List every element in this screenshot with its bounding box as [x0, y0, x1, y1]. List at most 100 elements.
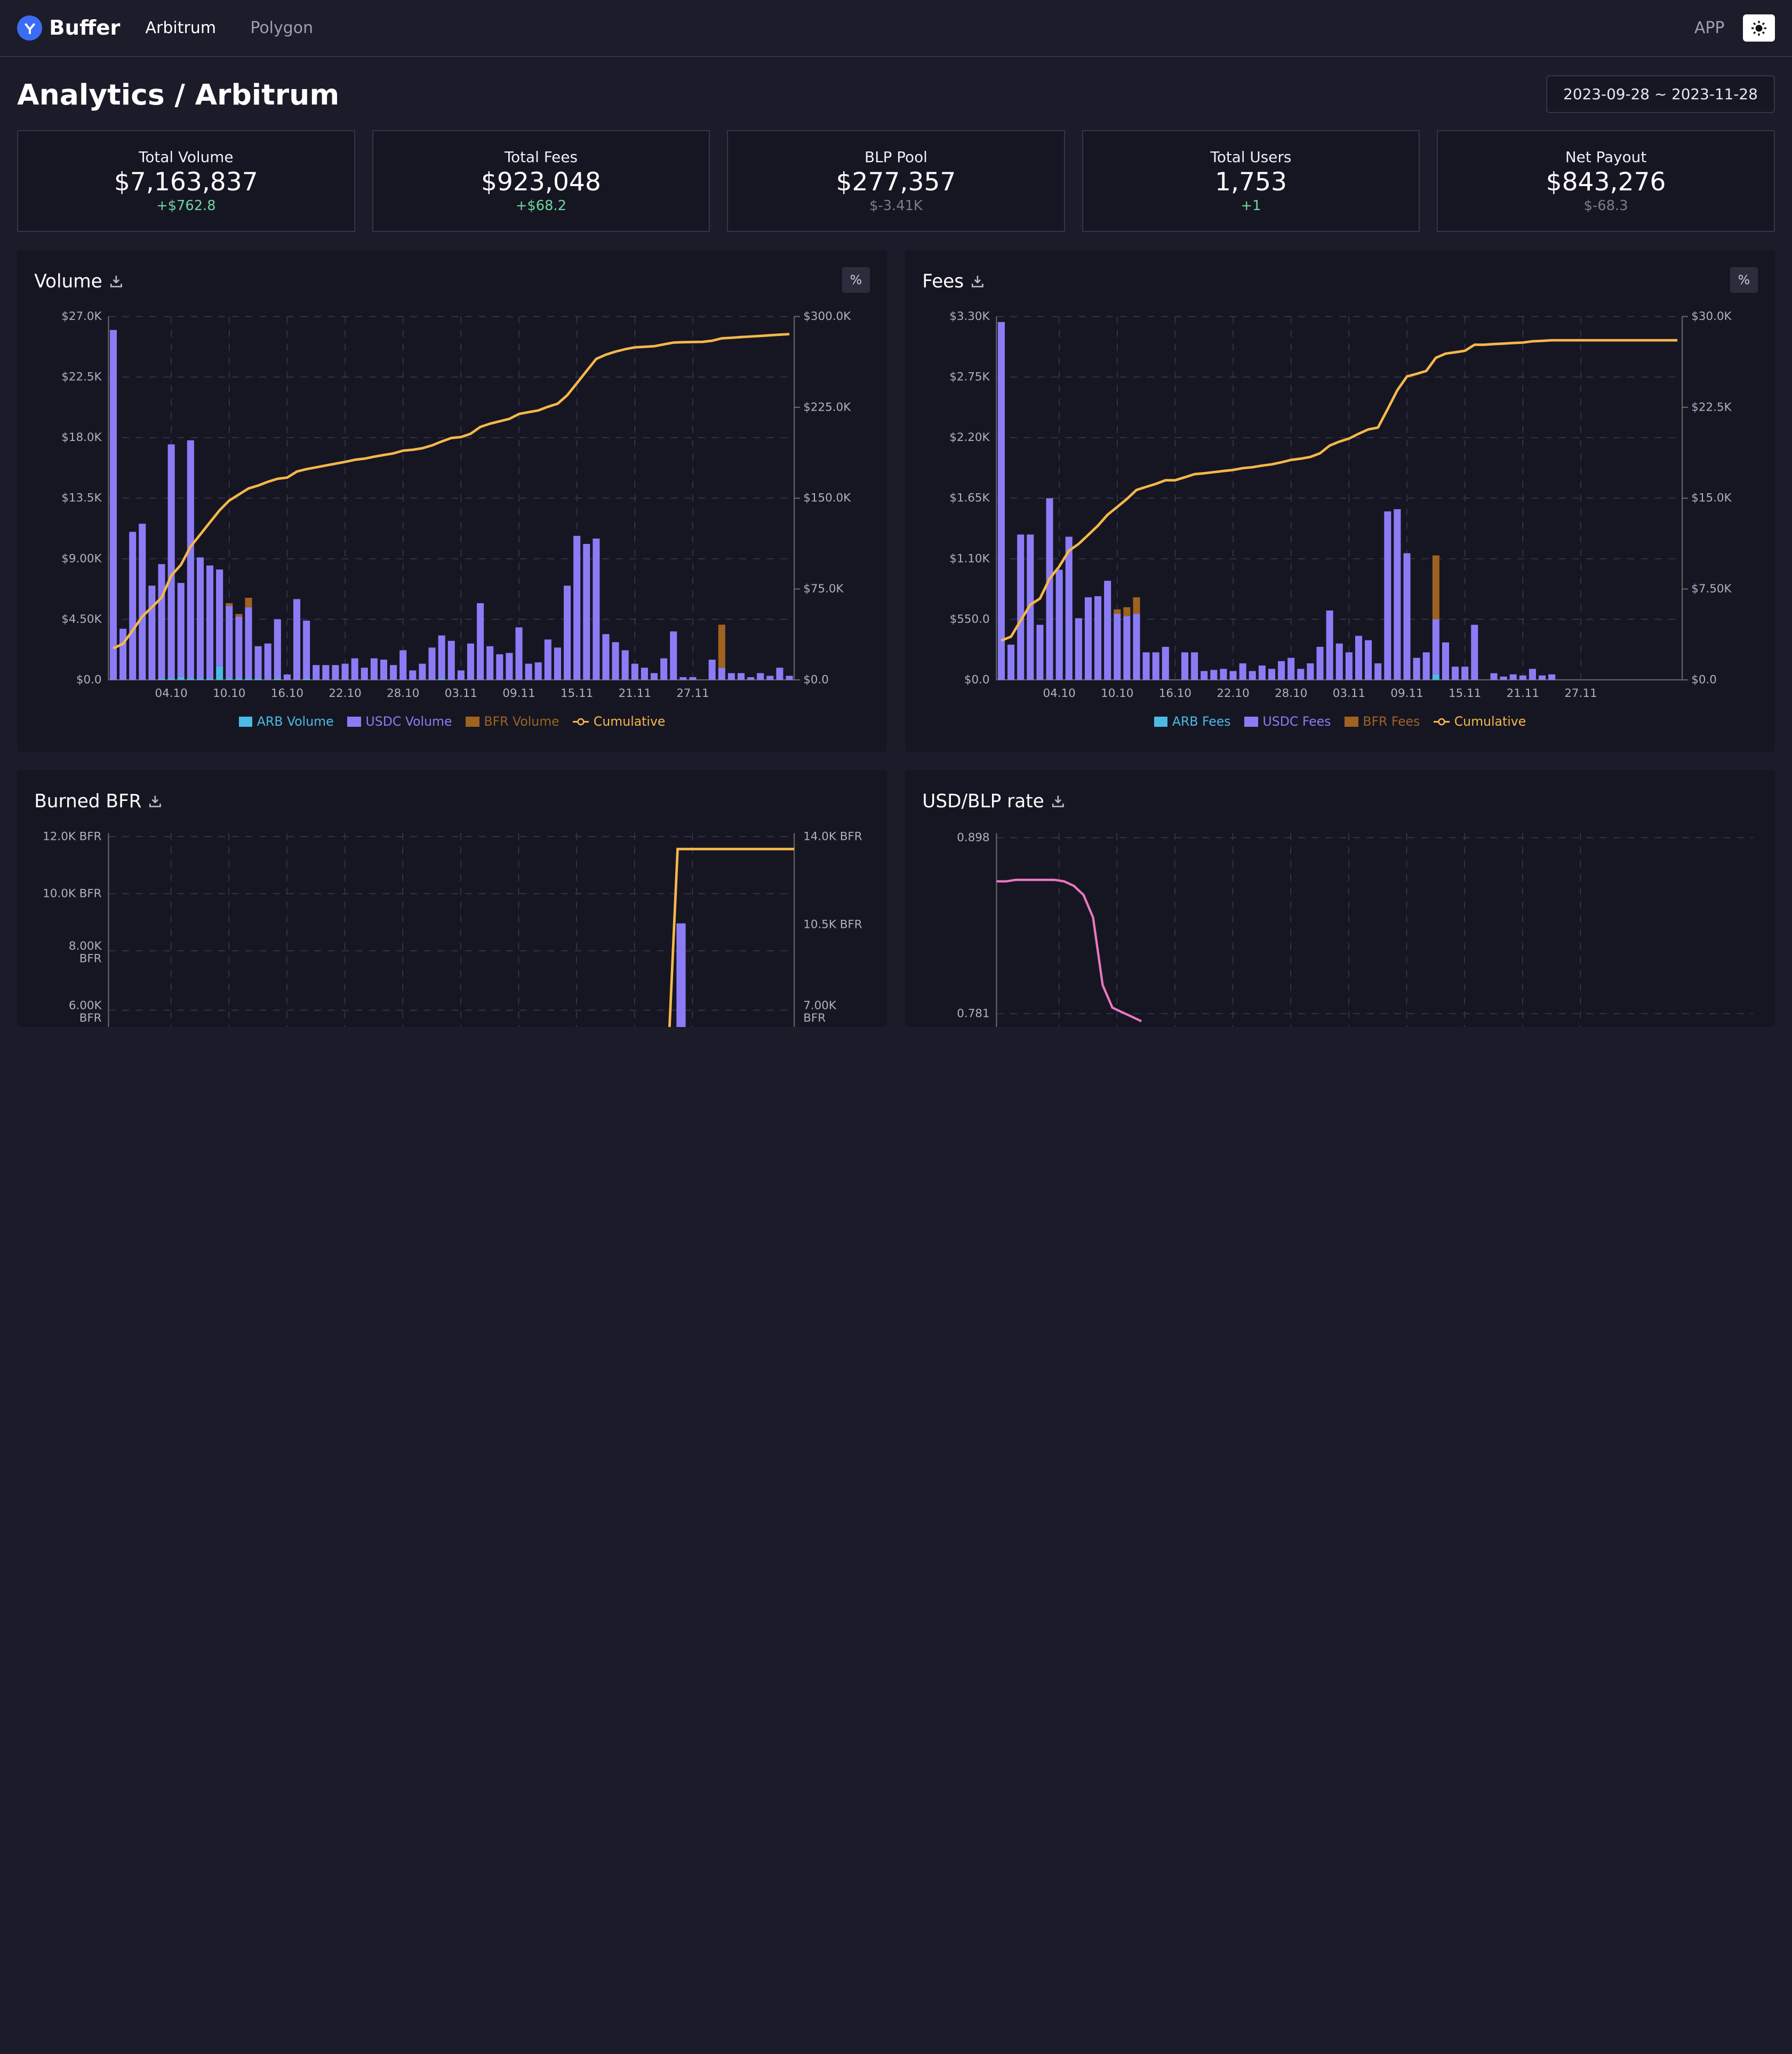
download-icon[interactable] — [109, 275, 123, 288]
y-tick-label: $18.0K — [61, 431, 102, 444]
usdc-bar — [1384, 511, 1391, 680]
stat-value: $7,163,837 — [114, 167, 258, 197]
usdc-bar — [593, 538, 600, 680]
arb-bar — [167, 678, 175, 680]
usdc-bar — [1432, 619, 1439, 675]
usdc-bar — [621, 650, 629, 680]
stats-row: Total Volume $7,163,837 +$762.8 Total Fe… — [17, 130, 1775, 232]
download-icon[interactable] — [148, 795, 162, 808]
usd-blp-rate-title: USD/BLP rate — [922, 790, 1044, 812]
stat-value: $923,048 — [481, 167, 601, 197]
usdc-bar — [1114, 614, 1121, 680]
usdc-bar — [776, 668, 783, 680]
bfr-bar — [1432, 555, 1439, 620]
y-tick-label: $0.0 — [76, 673, 102, 686]
usdc-bar — [1548, 674, 1556, 680]
usdc-swatch — [1244, 716, 1258, 727]
legend-item-cumulative[interactable]: Cumulative — [1434, 714, 1526, 729]
usdc-bar — [351, 658, 358, 680]
legend-item-usdc[interactable]: USDC Volume — [347, 714, 452, 729]
app-link[interactable]: APP — [1694, 19, 1725, 37]
usdc-bar — [1191, 652, 1198, 680]
usdc-bar — [110, 330, 117, 680]
usdc-bar — [1452, 667, 1459, 680]
usdc-bar — [371, 658, 378, 680]
legend-item-arb[interactable]: ARB Fees — [1154, 714, 1231, 729]
arb-bar — [235, 678, 243, 680]
legend-label: Cumulative — [1454, 714, 1526, 729]
stat-label: Total Fees — [504, 148, 578, 166]
usdc-bar — [708, 660, 716, 680]
bfr-swatch — [466, 716, 479, 727]
x-tick-label: 04.10 — [155, 687, 188, 700]
legend-item-bfr[interactable]: BFR Volume — [466, 714, 559, 729]
arb-bar — [158, 678, 165, 680]
usdc-bar — [380, 660, 388, 680]
burned-bfr-chart: 12.0K BFR10.0K BFR8.00KBFR6.00KBFR14.0K … — [43, 830, 862, 1028]
usdc-bar — [274, 619, 281, 679]
usdc-bar — [264, 643, 271, 680]
usdc-bar — [1365, 640, 1372, 680]
usdc-bar — [583, 544, 590, 680]
usdc-bar — [1403, 553, 1411, 680]
y2-tick-label: $225.0K — [803, 400, 851, 414]
x-tick-label: 03.11 — [1333, 687, 1365, 700]
usdc-bar — [631, 663, 638, 680]
usdc-bar — [1094, 596, 1102, 680]
date-range-picker[interactable]: 2023-09-28 ~ 2023-11-28 — [1546, 75, 1775, 114]
percent-toggle-button[interactable]: % — [1730, 267, 1758, 293]
usdc-bar — [660, 658, 668, 680]
usdc-bar — [602, 634, 610, 680]
top-navbar: Buffer Arbitrum Polygon APP — [0, 0, 1792, 58]
download-icon[interactable] — [1051, 795, 1065, 808]
usdc-bar — [303, 620, 310, 679]
percent-toggle-button[interactable]: % — [842, 267, 870, 293]
fees-legend: ARB Fees USDC Fees BFR Fees Cumulative — [905, 714, 1775, 729]
x-tick-label: 22.10 — [1217, 687, 1250, 700]
stat-delta: $-68.3 — [1583, 197, 1628, 214]
x-tick-label: 10.10 — [1101, 687, 1133, 700]
y-tick-label: 12.0K BFR — [43, 830, 102, 843]
y2-tick-label: $0.0 — [803, 673, 829, 686]
y2-tick-label: $30.0K — [1691, 310, 1732, 323]
usdc-bar — [1461, 667, 1469, 680]
fees-title: Fees — [922, 270, 964, 292]
usdc-bar — [1490, 673, 1498, 680]
theme-toggle-button[interactable] — [1742, 14, 1775, 42]
y-tick-label: $9.00K — [61, 552, 102, 565]
stat-card-blp-pool: BLP Pool $277,357 $-3.41K — [727, 130, 1065, 232]
usdc-bar — [786, 676, 793, 680]
usdc-bar — [998, 322, 1005, 680]
nav-item-polygon[interactable]: Polygon — [250, 19, 313, 37]
bfr-swatch — [1345, 716, 1358, 727]
usdc-bar — [1075, 618, 1082, 680]
brand-logo[interactable]: Buffer — [17, 15, 120, 41]
legend-label: USDC Volume — [365, 714, 452, 729]
usdc-bar — [1529, 669, 1537, 680]
usdc-bar — [1181, 652, 1189, 680]
legend-label: BFR Volume — [484, 714, 559, 729]
cumulative-line — [113, 333, 790, 649]
x-tick-label: 09.11 — [503, 687, 535, 700]
arb-swatch — [1154, 716, 1168, 727]
nav-item-arbitrum[interactable]: Arbitrum — [146, 19, 217, 37]
buffer-logo-icon — [17, 15, 43, 41]
legend-item-cumulative[interactable]: Cumulative — [573, 714, 665, 729]
download-icon[interactable] — [971, 275, 985, 288]
usdc-bar — [1287, 657, 1295, 680]
legend-item-usdc[interactable]: USDC Fees — [1244, 714, 1331, 729]
usdc-bar — [1142, 652, 1150, 680]
bfr-bar — [235, 614, 243, 617]
legend-item-bfr[interactable]: BFR Fees — [1345, 714, 1420, 729]
x-tick-label: 28.10 — [387, 687, 419, 700]
y2-tick-label: $0.0 — [1691, 673, 1717, 686]
usdc-bar — [438, 635, 445, 679]
usdc-bar — [1519, 675, 1526, 680]
legend-item-arb[interactable]: ARB Volume — [238, 714, 334, 729]
bfr-bar — [226, 603, 233, 606]
y2-tick-label: 10.5K BFR — [803, 918, 862, 931]
cumulative-line — [1001, 339, 1678, 642]
usdc-bar — [1345, 652, 1353, 680]
usdc-bar — [1316, 647, 1324, 680]
stat-card-net-payout: Net Payout $843,276 $-68.3 — [1437, 130, 1775, 232]
